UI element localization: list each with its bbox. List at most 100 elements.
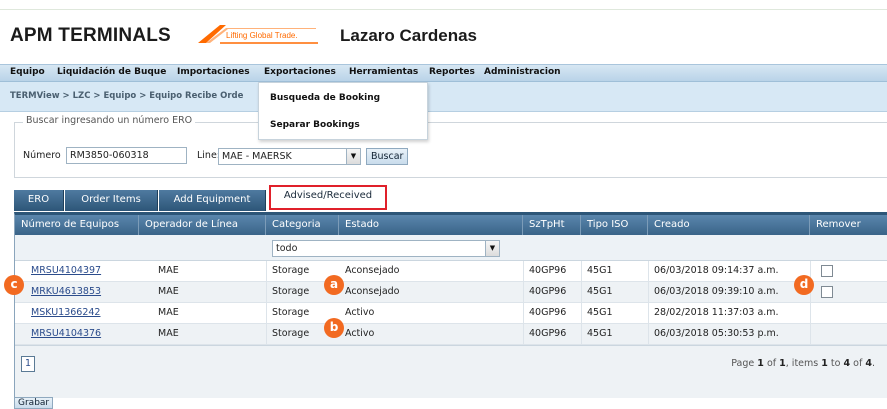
menu-herramientas[interactable]: Herramientas bbox=[349, 67, 418, 77]
sztpht-cell: 40GP96 bbox=[529, 286, 567, 297]
ero-number-input[interactable]: RM3850-060318 bbox=[66, 147, 187, 164]
items-from: 1 bbox=[821, 358, 828, 369]
menu-liquidacion-de-buque[interactable]: Liquidación de Buque bbox=[57, 67, 166, 77]
col-estado[interactable]: Estado bbox=[339, 215, 523, 235]
tagline-logo: Lifting Global Trade. bbox=[196, 23, 322, 45]
exportaciones-dropdown: Busqueda de Booking Separar Bookings bbox=[258, 82, 428, 140]
sztpht-cell: 40GP96 bbox=[529, 328, 567, 339]
chevron-down-icon[interactable]: ▼ bbox=[346, 149, 360, 164]
categoria-cell: Storage bbox=[272, 286, 310, 297]
table-row: MRSU4104397 MAE Storage Aconsejado 40GP9… bbox=[15, 261, 887, 282]
line-select[interactable]: MAE - MAERSK ▼ bbox=[218, 148, 361, 165]
menu-reportes[interactable]: Reportes bbox=[429, 67, 475, 77]
iso-cell: 45G1 bbox=[587, 265, 613, 276]
creado-cell: 06/03/2018 09:14:37 a.m. bbox=[654, 265, 779, 276]
menu-equipo[interactable]: Equipo bbox=[10, 67, 45, 77]
menu-administracion[interactable]: Administracion bbox=[484, 67, 561, 77]
app-header: APM TERMINALS Lifting Global Trade. Laza… bbox=[0, 12, 887, 64]
page-word: Page bbox=[731, 358, 755, 369]
column-divider bbox=[581, 261, 582, 345]
menu-importaciones[interactable]: Importaciones bbox=[177, 67, 250, 77]
creado-cell: 28/02/2018 11:37:03 a.m. bbox=[654, 307, 779, 318]
callout-d: d bbox=[794, 275, 814, 295]
buscar-button[interactable]: Buscar bbox=[366, 148, 409, 165]
menu-separar-bookings[interactable]: Separar Bookings bbox=[270, 120, 360, 130]
top-border-line bbox=[0, 9, 887, 10]
grid-pager: 1 Page 1 of 1, items 1 to 4 of 4. bbox=[15, 345, 887, 398]
sztpht-cell: 40GP96 bbox=[529, 265, 567, 276]
col-remover[interactable]: Remover bbox=[810, 215, 887, 235]
page-current: 1 bbox=[757, 358, 764, 369]
column-divider bbox=[810, 261, 811, 345]
operador-cell: MAE bbox=[158, 286, 179, 297]
terminal-name: Lazaro Cardenas bbox=[340, 26, 477, 45]
col-operador-de-linea[interactable]: Operador de Línea bbox=[139, 215, 266, 235]
page-total: 1 bbox=[779, 358, 786, 369]
of-word: of bbox=[853, 358, 863, 369]
col-creado[interactable]: Creado bbox=[648, 215, 810, 235]
tab-ero[interactable]: ERO bbox=[14, 190, 64, 211]
categoria-cell: Storage bbox=[272, 307, 310, 318]
remover-checkbox[interactable] bbox=[821, 265, 833, 277]
menu-busqueda-de-booking[interactable]: Busqueda de Booking bbox=[270, 93, 380, 103]
apm-terminals-logo: APM TERMINALS bbox=[10, 25, 171, 46]
page-1-button[interactable]: 1 bbox=[21, 356, 35, 372]
tab-strip: ERO Order Items Add Equipment Advised/Re… bbox=[14, 185, 887, 212]
line-select-value: MAE - MAERSK bbox=[222, 151, 292, 162]
estado-cell: Aconsejado bbox=[345, 265, 400, 276]
items-count: 4 bbox=[865, 358, 872, 369]
equipment-link[interactable]: MSKU1366242 bbox=[31, 307, 100, 318]
equipment-link[interactable]: MRSU4104376 bbox=[31, 328, 101, 339]
operador-cell: MAE bbox=[158, 328, 179, 339]
iso-cell: 45G1 bbox=[587, 307, 613, 318]
categoria-cell: Storage bbox=[272, 328, 310, 339]
column-divider bbox=[648, 261, 649, 345]
table-row: MSKU1366242 MAE Storage Activo 40GP96 45… bbox=[15, 303, 887, 324]
creado-cell: 06/03/2018 09:39:10 a.m. bbox=[654, 286, 779, 297]
estado-filter-select[interactable]: todo ▼ bbox=[272, 240, 500, 257]
main-menu-bar: Equipo Liquidación de Buque Importacione… bbox=[0, 64, 887, 82]
chevron-down-icon[interactable]: ▼ bbox=[485, 241, 499, 256]
col-numero-de-equipos[interactable]: Número de Equipos bbox=[15, 215, 139, 235]
table-row: MRSU4104376 MAE Storage Activo 40GP96 45… bbox=[15, 324, 887, 345]
table-row: MRKU4613853 MAE Storage Aconsejado 40GP9… bbox=[15, 282, 887, 303]
page-info: Page 1 of 1, items 1 to 4 of 4. bbox=[731, 358, 875, 369]
search-legend: Buscar ingresando un número ERO bbox=[23, 115, 196, 126]
items-to: 4 bbox=[843, 358, 851, 369]
estado-filter-value: todo bbox=[276, 243, 298, 254]
search-fieldset: Buscar ingresando un número ERO Número R… bbox=[14, 115, 887, 178]
to-word: to bbox=[830, 358, 841, 369]
column-divider bbox=[266, 261, 267, 345]
iso-cell: 45G1 bbox=[587, 286, 613, 297]
breadcrumb-bar: TERMView > LZC > Equipo > Equipo Recibe … bbox=[0, 82, 887, 112]
filter-row: todo ▼ bbox=[15, 235, 887, 261]
numero-label: Número bbox=[23, 150, 61, 161]
line-label: Line: bbox=[197, 150, 220, 161]
iso-cell: 45G1 bbox=[587, 328, 613, 339]
callout-a: a bbox=[324, 275, 344, 295]
col-categoria[interactable]: Categoria bbox=[266, 215, 339, 235]
estado-cell: Activo bbox=[345, 328, 375, 339]
tagline-text: Lifting Global Trade. bbox=[226, 31, 298, 40]
sztpht-cell: 40GP96 bbox=[529, 307, 567, 318]
remover-checkbox[interactable] bbox=[821, 286, 833, 298]
categoria-cell: Storage bbox=[272, 265, 310, 276]
tab-add-equipment[interactable]: Add Equipment bbox=[159, 190, 266, 211]
of-word: of bbox=[766, 358, 777, 369]
equipment-link[interactable]: MRSU4104397 bbox=[31, 265, 101, 276]
operador-cell: MAE bbox=[158, 307, 179, 318]
col-tipo-iso[interactable]: Tipo ISO bbox=[581, 215, 648, 235]
equipment-link[interactable]: MRKU4613853 bbox=[31, 286, 101, 297]
items-word: , items bbox=[785, 358, 819, 369]
tab-order-items[interactable]: Order Items bbox=[65, 190, 158, 211]
creado-cell: 06/03/2018 05:30:53 p.m. bbox=[654, 328, 779, 339]
estado-cell: Activo bbox=[345, 307, 375, 318]
grabar-button[interactable]: Grabar bbox=[14, 397, 54, 409]
callout-c: c bbox=[4, 275, 24, 295]
col-sztpht[interactable]: SzTpHt bbox=[523, 215, 581, 235]
menu-exportaciones[interactable]: Exportaciones bbox=[264, 67, 336, 77]
tab-advised-received[interactable]: Advised/Received bbox=[269, 185, 387, 210]
equipment-grid: Número de Equipos Operador de Línea Cate… bbox=[14, 212, 887, 409]
breadcrumb: TERMView > LZC > Equipo > Equipo Recibe … bbox=[10, 91, 244, 101]
callout-b: b bbox=[324, 318, 344, 338]
